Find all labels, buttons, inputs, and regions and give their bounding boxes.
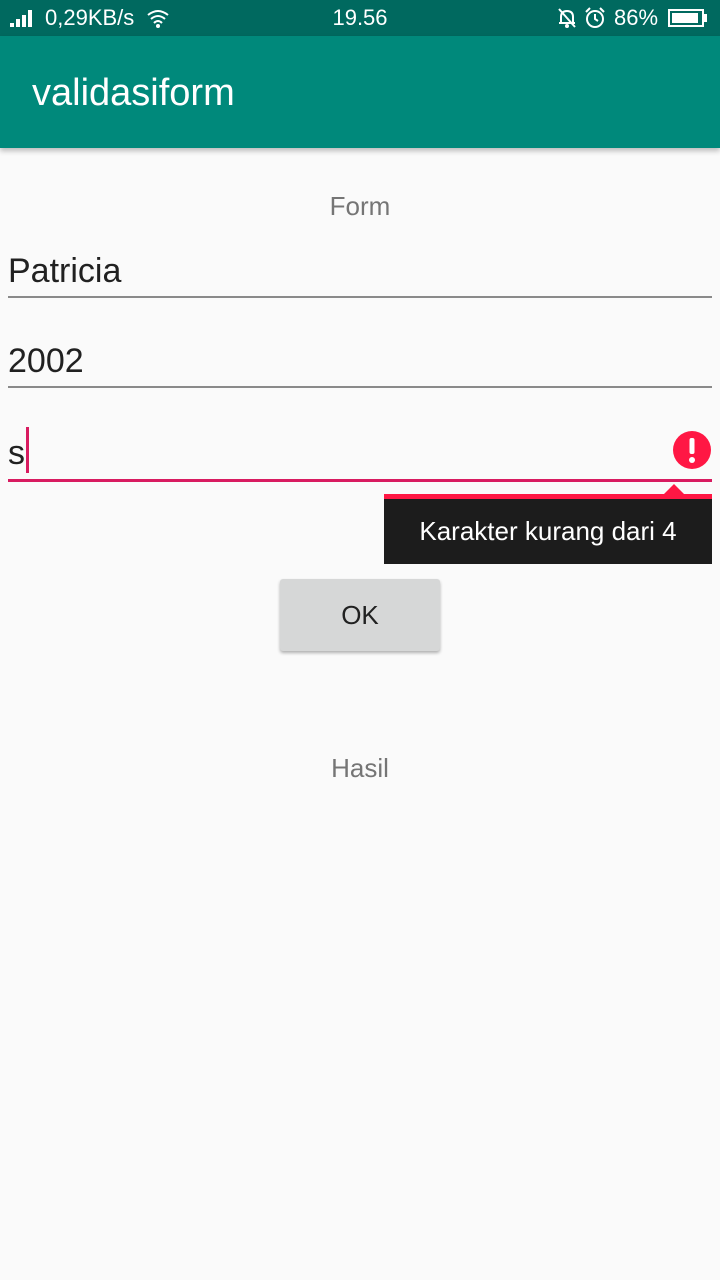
result-label: Hasil bbox=[331, 753, 389, 783]
form-heading: Form bbox=[329, 191, 391, 221]
error-icon[interactable] bbox=[672, 430, 712, 470]
code-field-underline bbox=[8, 479, 712, 482]
ok-button[interactable]: OK bbox=[280, 579, 440, 651]
text-cursor bbox=[26, 427, 29, 473]
battery-percentage: 86% bbox=[614, 5, 659, 30]
tooltip-arrow bbox=[664, 484, 684, 494]
name-field-underline bbox=[8, 296, 712, 298]
app-title: validasiform bbox=[32, 72, 235, 114]
status-bar: 0,29KB/s 19.56 86% bbox=[0, 0, 720, 36]
error-message: Karakter kurang dari 4 bbox=[384, 499, 712, 564]
bell-muted-icon bbox=[558, 8, 576, 28]
app-bar: validasiform bbox=[0, 36, 720, 148]
battery-icon bbox=[668, 9, 707, 27]
clock: 19.56 bbox=[332, 5, 388, 30]
name-field-value: Patricia bbox=[8, 252, 122, 290]
code-field[interactable]: s bbox=[8, 424, 712, 486]
year-field-value: 2002 bbox=[8, 342, 84, 380]
code-field-value: s bbox=[8, 434, 25, 472]
year-field-underline bbox=[8, 386, 712, 388]
year-field[interactable]: 2002 bbox=[8, 340, 712, 390]
error-tooltip: Karakter kurang dari 4 bbox=[384, 484, 712, 564]
name-field[interactable]: Patricia bbox=[8, 250, 712, 300]
alarm-icon bbox=[585, 7, 605, 28]
